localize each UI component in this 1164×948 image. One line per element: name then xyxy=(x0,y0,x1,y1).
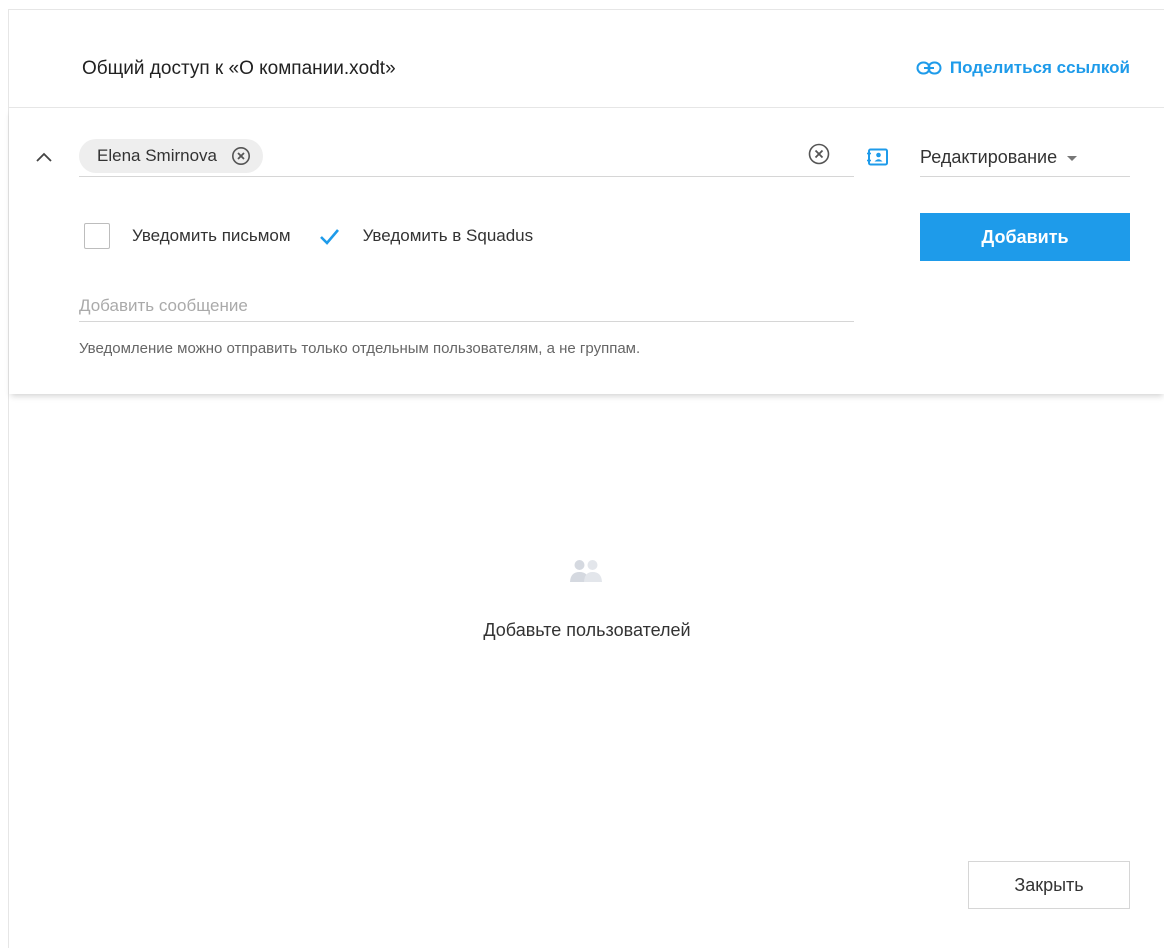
remove-chip-icon[interactable] xyxy=(231,146,251,166)
users-icon xyxy=(569,558,603,584)
share-link-label: Поделиться ссылкой xyxy=(949,58,1130,77)
notify-app-checkbox[interactable] xyxy=(314,223,341,249)
chevron-up-icon[interactable] xyxy=(33,146,55,168)
notify-app-label[interactable]: Уведомить в Squadus xyxy=(363,226,534,246)
add-button[interactable]: Добавить xyxy=(920,213,1130,261)
address-book-icon[interactable] xyxy=(867,148,889,166)
role-select-value: Редактирование xyxy=(920,147,1058,167)
link-icon xyxy=(916,61,942,75)
recipient-chip: Elena Smirnova xyxy=(79,139,264,173)
notify-email-checkbox[interactable] xyxy=(84,223,110,249)
add-recipients-panel: Elena Smirnova Редактирование Уведомить … xyxy=(9,108,1164,394)
notify-email-label[interactable]: Уведомить письмом xyxy=(132,226,291,246)
notification-hint: Уведомление можно отправить только отдел… xyxy=(79,340,641,357)
empty-state-text: Добавьте пользователей xyxy=(483,620,691,640)
checkmark-icon xyxy=(319,229,339,245)
recipients-field[interactable]: Elena Smirnova xyxy=(79,139,854,177)
recipient-chip-label: Elena Smirnova xyxy=(97,146,218,165)
share-dialog: Общий доступ к «О компании.xodt» Поделит… xyxy=(8,9,1164,948)
dialog-header: Общий доступ к «О компании.xodt» Поделит… xyxy=(9,10,1164,108)
message-input[interactable] xyxy=(79,290,854,322)
caret-down-icon xyxy=(1067,156,1078,161)
clear-recipients-icon[interactable] xyxy=(807,142,831,166)
notify-options: Уведомить письмом Уведомить в Squadus xyxy=(84,223,557,249)
dialog-title: Общий доступ к «О компании.xodt» xyxy=(82,58,396,79)
role-select[interactable]: Редактирование xyxy=(920,139,1130,177)
close-button[interactable]: Закрыть xyxy=(968,861,1130,909)
share-link-button[interactable]: Поделиться ссылкой xyxy=(916,58,1130,78)
